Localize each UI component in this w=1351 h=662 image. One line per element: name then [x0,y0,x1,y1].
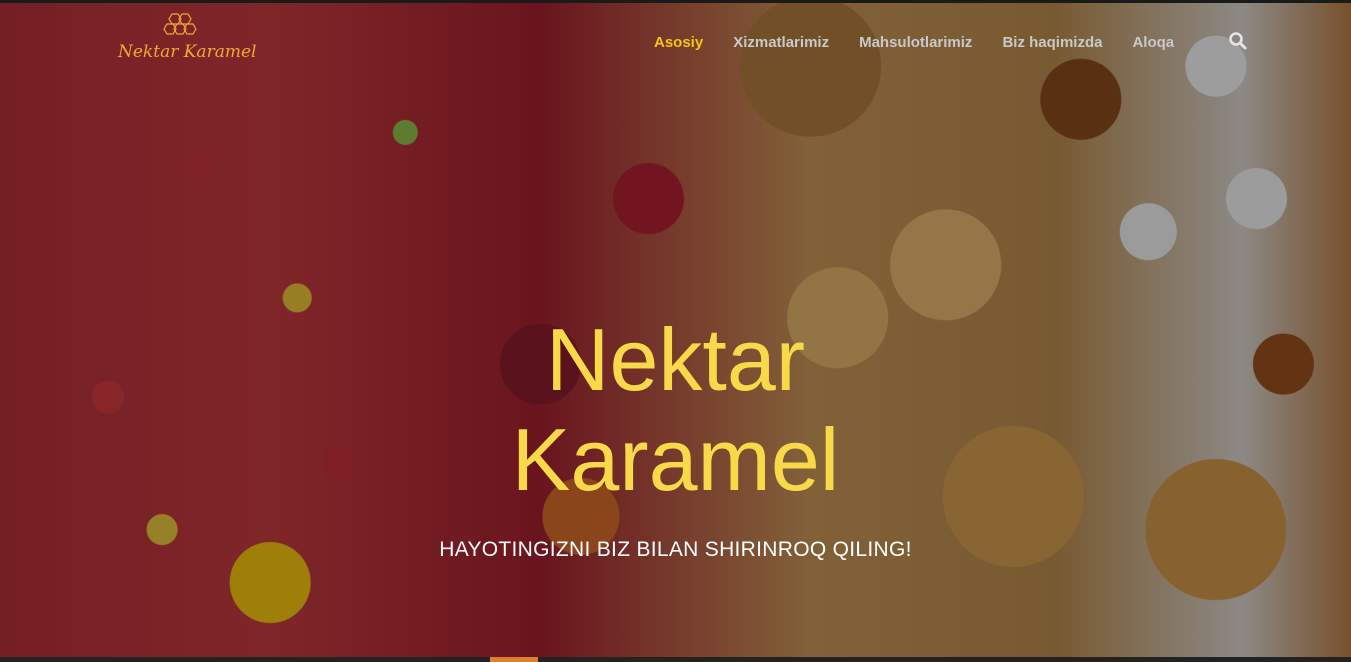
hero-title-line-2: Karamel [511,410,840,509]
nav-item-aloqa[interactable]: Aloqa [1132,34,1174,51]
search-icon[interactable] [1228,31,1248,51]
hero-title-line-1: Nektar [545,310,806,409]
nav-item-xizmatlarimiz[interactable]: Xizmatlarimiz [733,34,829,51]
site-logo[interactable]: Nektar Karamel [118,10,268,66]
nav-item-biz-haqimizda[interactable]: Biz haqimizda [1002,34,1102,51]
slider-progress-track [0,657,1351,662]
honeycomb-icon [163,13,197,35]
nav-item-asosiy[interactable]: Asosiy [654,34,703,51]
slider-progress-indicator [490,657,538,662]
top-border [0,0,1351,3]
logo-text: Nektar Karamel [118,42,257,62]
main-navigation: Asosiy Xizmatlarimiz Mahsulotlarimiz Biz… [654,32,1204,52]
hero-tagline: HAYOTINGIZNI BIZ BILAN SHIRINROQ QILING! [439,538,912,561]
nav-item-mahsulotlarimiz[interactable]: Mahsulotlarimiz [859,34,972,51]
